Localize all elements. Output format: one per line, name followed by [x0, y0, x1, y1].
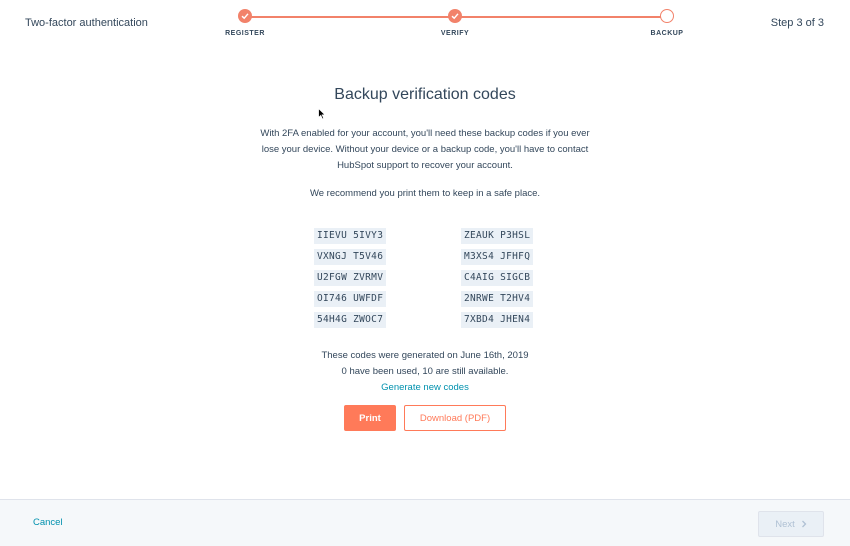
backup-code: OI746 UWFDF	[314, 291, 387, 307]
mouse-cursor-icon	[318, 107, 327, 125]
backup-code: 2NRWE T2HV4	[461, 291, 534, 307]
usage-text: 0 have been used, 10 are still available…	[341, 366, 509, 377]
backup-code: ZEAUK P3HSL	[461, 228, 534, 244]
next-button-label: Next	[775, 518, 795, 530]
recommend-text: We recommend you print them to keep in a…	[309, 188, 541, 199]
step-count: Step 3 of 3	[770, 17, 824, 29]
two-factor-backup-page: Two-factor authentication REGISTER VERIF…	[0, 0, 850, 546]
generation-info: These codes were generated on June 16th,…	[0, 348, 850, 396]
footer-bar: Cancel Next	[0, 499, 850, 546]
backup-codes-list: IIEVU 5IVY3 VXNGJ T5V46 U2FGW ZVRMV OI74…	[0, 228, 850, 338]
backup-code: U2FGW ZVRMV	[314, 270, 387, 286]
description-text: With 2FA enabled for your account, you'l…	[260, 128, 590, 171]
backup-code: C4AIG SIGCB	[461, 270, 534, 286]
header: Two-factor authentication REGISTER VERIF…	[0, 0, 850, 46]
backup-code: IIEVU 5IVY3	[314, 228, 387, 244]
progress-stepper: REGISTER VERIFY BACKUP	[0, 0, 850, 46]
chevron-right-icon	[801, 520, 807, 528]
backup-code: M3XS4 JFHFQ	[461, 249, 534, 265]
step-backup-circle-icon	[660, 9, 674, 23]
stepper-line-1	[245, 16, 455, 18]
stepper-line-2	[455, 16, 667, 18]
step-label-register: REGISTER	[225, 30, 265, 37]
step-verify-check-icon	[448, 9, 462, 23]
next-button[interactable]: Next	[758, 511, 824, 537]
main-content: Backup verification codes With 2FA enabl…	[0, 80, 850, 431]
backup-code: 54H4G ZWOC7	[314, 312, 387, 328]
generate-new-codes-link[interactable]: Generate new codes	[381, 382, 469, 393]
codes-column-right: ZEAUK P3HSL M3XS4 JFHFQ C4AIG SIGCB 2NRW…	[461, 228, 534, 333]
print-button[interactable]: Print	[344, 405, 396, 431]
cancel-button[interactable]: Cancel	[33, 517, 63, 528]
step-label-verify: VERIFY	[440, 30, 470, 37]
action-buttons: Print Download (PDF)	[0, 405, 850, 433]
step-register-check-icon	[238, 9, 252, 23]
codes-column-left: IIEVU 5IVY3 VXNGJ T5V46 U2FGW ZVRMV OI74…	[314, 228, 387, 333]
backup-code: VXNGJ T5V46	[314, 249, 387, 265]
step-label-backup: BACKUP	[650, 30, 684, 37]
generated-date-text: These codes were generated on June 16th,…	[321, 350, 529, 361]
download-pdf-button[interactable]: Download (PDF)	[404, 405, 506, 431]
backup-code: 7XBD4 JHEN4	[461, 312, 534, 328]
page-title: Backup verification codes	[334, 86, 516, 103]
